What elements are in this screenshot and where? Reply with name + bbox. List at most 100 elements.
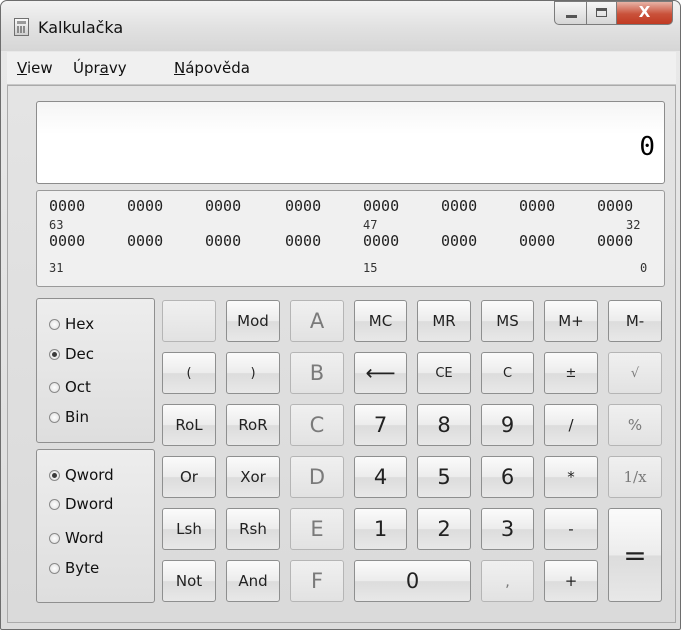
digit-2-button[interactable]: 2 xyxy=(417,508,471,550)
bit-display: 0000 0000 0000 0000 0000 0000 0000 0000 … xyxy=(36,190,665,287)
reciprocal-button[interactable]: 1/x xyxy=(608,456,662,498)
menu-view[interactable]: View xyxy=(17,59,53,77)
digit-5-button[interactable]: 5 xyxy=(417,456,471,498)
digit-1-button[interactable]: 1 xyxy=(354,508,407,550)
bit-index-label: 0 xyxy=(640,261,648,275)
multiply-button[interactable]: * xyxy=(544,456,598,498)
memory-clear-button[interactable]: MC xyxy=(354,300,407,342)
open-paren-button[interactable]: ( xyxy=(162,352,216,394)
radio-circle-icon xyxy=(49,498,60,510)
digit-3-button[interactable]: 3 xyxy=(481,508,534,550)
calculator-body: 0 0000 0000 0000 0000 0000 0000 0000 000… xyxy=(7,85,676,623)
result-display: 0 xyxy=(36,101,665,184)
hex-d-button[interactable]: D xyxy=(290,456,344,498)
digit-0-button[interactable]: 0 xyxy=(354,560,471,602)
radio-oct[interactable]: Oct xyxy=(49,378,91,396)
bit-index-label: 63 xyxy=(49,218,64,232)
radio-word[interactable]: Word xyxy=(49,529,104,547)
left-shift-button[interactable]: Lsh xyxy=(162,508,216,550)
percent-button[interactable]: % xyxy=(608,404,662,446)
radio-dec[interactable]: Dec xyxy=(49,345,94,363)
backspace-button[interactable]: ⟵ xyxy=(354,352,407,394)
radio-circle-icon xyxy=(49,562,60,574)
hex-b-button[interactable]: B xyxy=(290,352,344,394)
bit-group: 0000 xyxy=(127,232,164,250)
radio-qword[interactable]: Qword xyxy=(49,466,114,484)
radio-dword[interactable]: Dword xyxy=(49,495,113,513)
bit-group: 0000 xyxy=(519,232,556,250)
radio-circle-icon xyxy=(49,318,60,330)
display-value: 0 xyxy=(639,132,655,162)
bit-group: 0000 xyxy=(205,197,242,215)
radio-selected-icon xyxy=(49,348,60,360)
hex-e-button[interactable]: E xyxy=(290,508,344,550)
maximize-icon xyxy=(596,8,607,17)
close-icon: X xyxy=(638,3,651,21)
bit-group: 0000 xyxy=(597,232,634,250)
rotate-left-button[interactable]: RoL xyxy=(162,404,216,446)
bit-index-label: 31 xyxy=(49,261,64,275)
bit-group: 0000 xyxy=(363,197,400,215)
window-title: Kalkulačka xyxy=(38,18,124,37)
digit-8-button[interactable]: 8 xyxy=(417,404,471,446)
decimal-button[interactable]: , xyxy=(481,560,534,602)
divide-button[interactable]: / xyxy=(544,404,598,446)
hex-f-button[interactable]: F xyxy=(290,560,344,602)
radio-hex[interactable]: Hex xyxy=(49,315,94,333)
square-root-button[interactable]: √ xyxy=(608,352,662,394)
clear-entry-button[interactable]: CE xyxy=(417,352,471,394)
negate-button[interactable]: ± xyxy=(544,352,598,394)
minimize-button[interactable] xyxy=(554,1,587,25)
bit-index-label: 15 xyxy=(363,261,378,275)
hex-c-button[interactable]: C xyxy=(290,404,344,446)
bit-group: 0000 xyxy=(49,197,86,215)
and-button[interactable]: And xyxy=(226,560,280,602)
close-paren-button[interactable]: ) xyxy=(226,352,280,394)
menu-help[interactable]: Nápověda xyxy=(174,59,250,77)
memory-subtract-button[interactable]: M- xyxy=(608,300,662,342)
mod-button[interactable]: Mod xyxy=(226,300,280,342)
radio-selected-icon xyxy=(49,469,60,481)
bit-group: 0000 xyxy=(285,232,322,250)
rotate-right-button[interactable]: RoR xyxy=(226,404,280,446)
radio-circle-icon xyxy=(49,532,60,544)
digit-7-button[interactable]: 7 xyxy=(354,404,407,446)
title-bar[interactable]: Kalkulačka X xyxy=(1,1,680,51)
calculator-app-icon xyxy=(14,18,29,36)
bit-group: 0000 xyxy=(597,197,634,215)
caption-buttons: X xyxy=(554,1,673,25)
bit-group: 0000 xyxy=(205,232,242,250)
radio-bin[interactable]: Bin xyxy=(49,408,89,426)
hex-a-button[interactable]: A xyxy=(290,300,344,342)
maximize-button[interactable] xyxy=(587,1,617,25)
digit-4-button[interactable]: 4 xyxy=(354,456,407,498)
minimize-icon xyxy=(566,15,577,18)
radio-circle-icon xyxy=(49,411,60,423)
equals-button[interactable]: = xyxy=(608,508,662,602)
xor-button[interactable]: Xor xyxy=(226,456,280,498)
menu-bar: View Úpravy Nápověda xyxy=(7,52,676,85)
or-button[interactable]: Or xyxy=(162,456,216,498)
memory-store-button[interactable]: MS xyxy=(481,300,534,342)
bit-index-label: 32 xyxy=(626,218,641,232)
menu-edit[interactable]: Úpravy xyxy=(73,59,127,77)
bit-group: 0000 xyxy=(127,197,164,215)
radio-byte[interactable]: Byte xyxy=(49,559,99,577)
clear-button[interactable]: C xyxy=(481,352,534,394)
bit-group: 0000 xyxy=(285,197,322,215)
bit-group: 0000 xyxy=(363,232,400,250)
digit-6-button[interactable]: 6 xyxy=(481,456,534,498)
bit-group: 0000 xyxy=(441,232,478,250)
bit-group: 0000 xyxy=(519,197,556,215)
subtract-button[interactable]: - xyxy=(544,508,598,550)
not-button[interactable]: Not xyxy=(162,560,216,602)
digit-9-button[interactable]: 9 xyxy=(481,404,534,446)
bit-index-label: 47 xyxy=(363,218,378,232)
right-shift-button[interactable]: Rsh xyxy=(226,508,280,550)
blank-button[interactable] xyxy=(162,300,216,342)
close-button[interactable]: X xyxy=(617,1,673,25)
add-button[interactable]: + xyxy=(544,560,598,602)
memory-recall-button[interactable]: MR xyxy=(417,300,471,342)
memory-add-button[interactable]: M+ xyxy=(544,300,598,342)
radix-group: Hex Dec Oct Bin xyxy=(36,298,155,443)
